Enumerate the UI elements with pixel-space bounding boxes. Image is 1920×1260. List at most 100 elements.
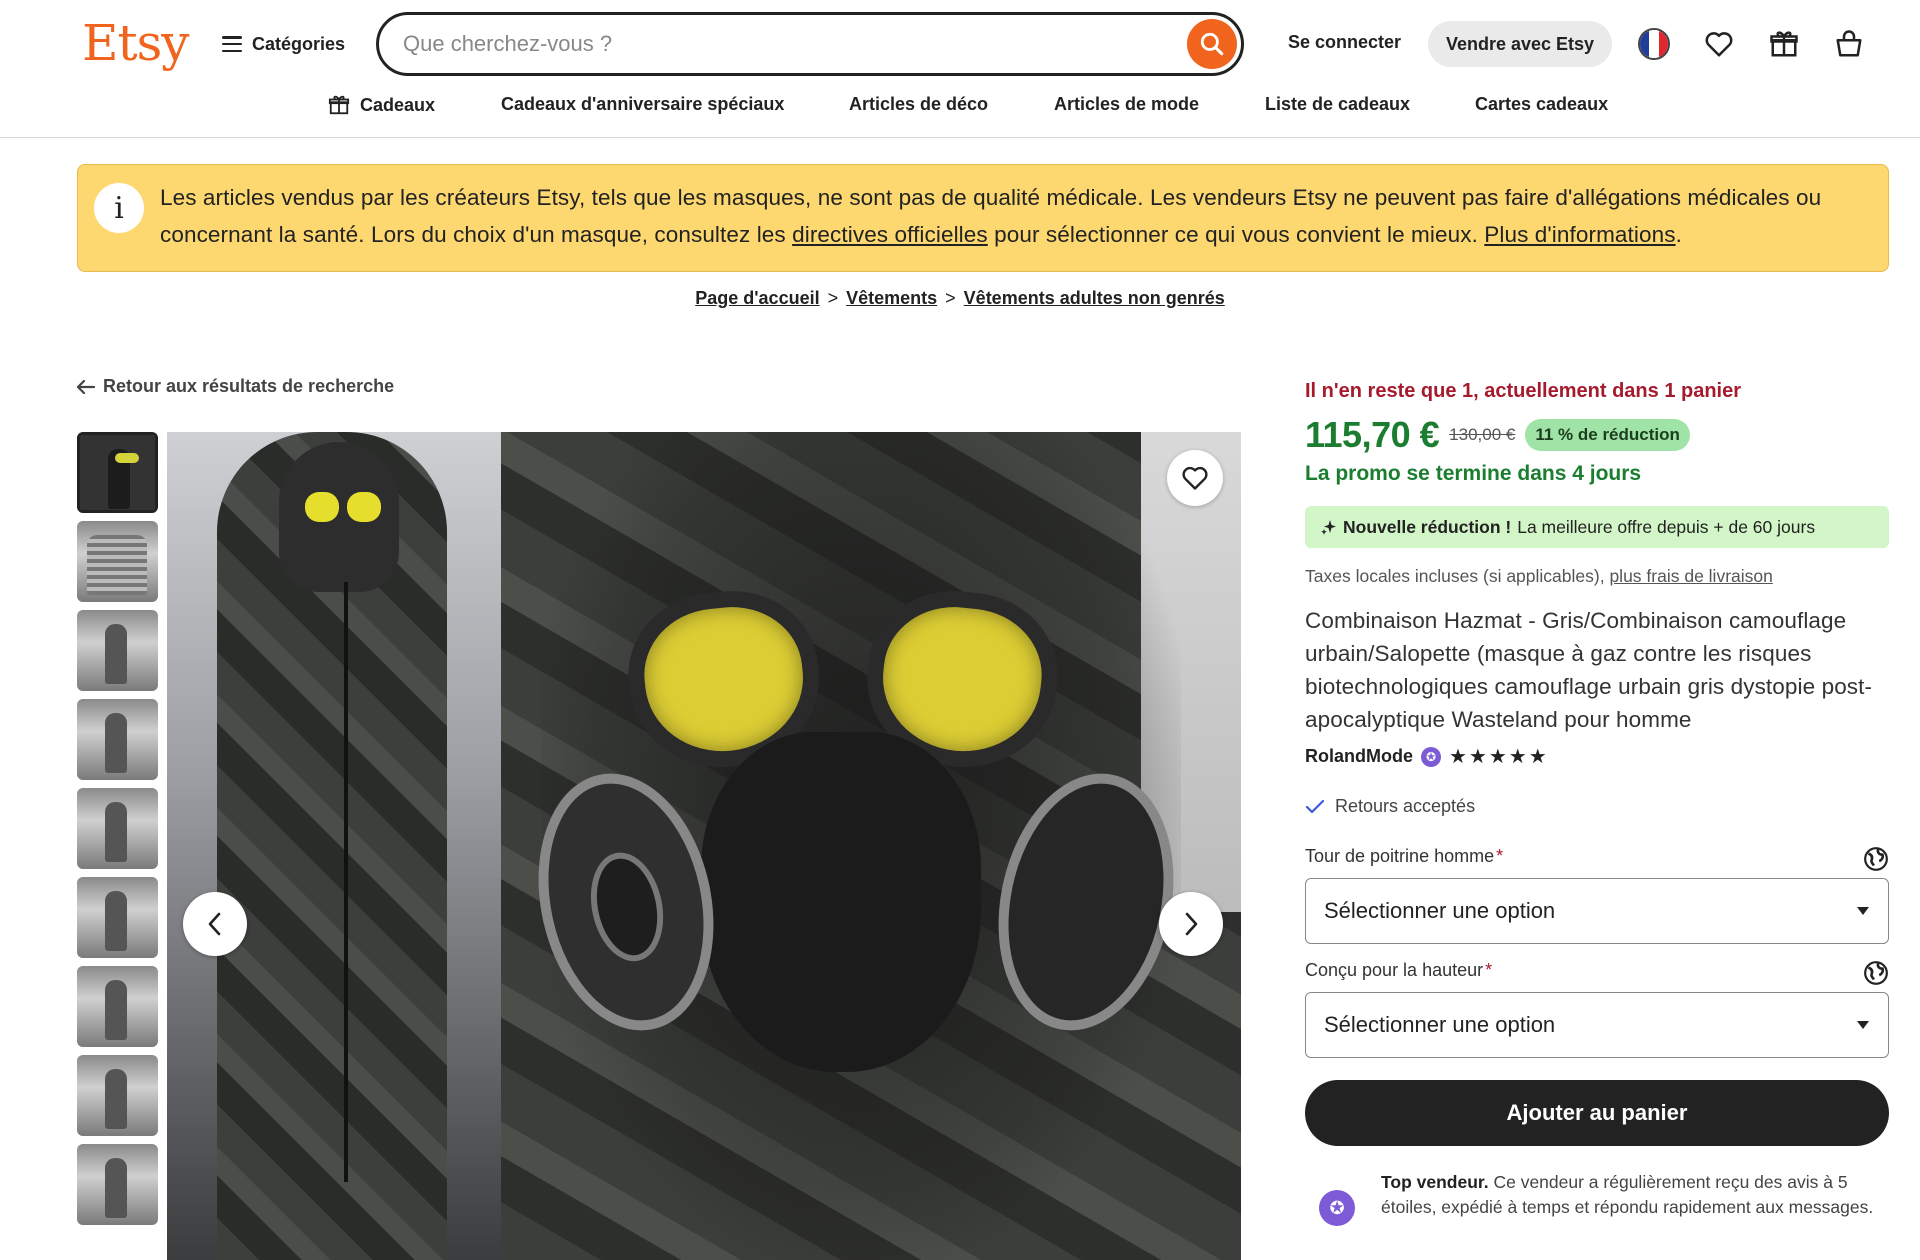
cart-button[interactable] bbox=[1829, 24, 1869, 64]
heart-icon bbox=[1182, 466, 1208, 490]
flag-fr-icon bbox=[1638, 28, 1670, 60]
official-guidelines-link[interactable]: directives officielles bbox=[792, 222, 988, 247]
breadcrumb-clothing[interactable]: Vêtements bbox=[846, 288, 937, 308]
returns-info: Retours acceptés bbox=[1305, 796, 1889, 817]
main-product-image bbox=[167, 432, 1241, 1260]
gallery-thumbnail[interactable] bbox=[77, 610, 158, 691]
gift-icon bbox=[1770, 31, 1798, 57]
required-mark: * bbox=[1485, 960, 1493, 980]
language-button[interactable] bbox=[1634, 24, 1674, 64]
more-info-link[interactable]: Plus d'informations bbox=[1484, 222, 1675, 247]
subnav-item-home-decor[interactable]: Articles de déco bbox=[849, 94, 988, 115]
search-bar bbox=[376, 12, 1244, 76]
option-2-label-row: Conçu pour la hauteur * bbox=[1305, 960, 1889, 990]
subnav-item-gift-cards[interactable]: Cartes cadeaux bbox=[1475, 94, 1608, 115]
gallery-thumbnail[interactable] bbox=[77, 1144, 158, 1225]
photo-full-suit bbox=[167, 432, 501, 1260]
breadcrumb-separator: > bbox=[945, 288, 956, 308]
search-button[interactable] bbox=[1187, 19, 1237, 69]
rating-stars[interactable]: ★★★★★ bbox=[1449, 744, 1549, 769]
disclaimer-text: Les articles vendus par les créateurs Et… bbox=[160, 179, 1870, 253]
disclaimer-text-3: . bbox=[1675, 222, 1682, 247]
search-icon bbox=[1200, 32, 1224, 56]
star-seller-badge-icon: ✪ bbox=[1421, 746, 1441, 767]
gallery-thumbnail-selected[interactable] bbox=[77, 432, 158, 513]
top-seller-info: ✪ Top vendeur. Ce vendeur a régulièremen… bbox=[1305, 1170, 1889, 1226]
shipping-fees-link[interactable]: plus frais de livraison bbox=[1609, 566, 1772, 586]
gallery-thumbnail[interactable] bbox=[77, 966, 158, 1047]
tax-text: Taxes locales incluses (si applicables), bbox=[1305, 566, 1610, 586]
gallery-thumbnail[interactable] bbox=[77, 521, 158, 602]
chevron-right-icon bbox=[1185, 912, 1198, 936]
subnav-item-gifts[interactable]: Cadeaux bbox=[328, 94, 435, 116]
categories-button[interactable]: Catégories bbox=[222, 28, 345, 60]
categories-label: Catégories bbox=[252, 33, 346, 54]
gift-icon bbox=[328, 95, 350, 115]
tax-info: Taxes locales incluses (si applicables),… bbox=[1305, 566, 1889, 587]
photo-gas-mask-closeup bbox=[501, 432, 1241, 1260]
previous-image-button[interactable] bbox=[183, 892, 247, 956]
check-icon bbox=[1305, 799, 1325, 813]
breadcrumb: Page d'accueil > Vêtements > Vêtements adult… bbox=[0, 288, 1920, 309]
sparkle-icon bbox=[1321, 520, 1336, 535]
globe-icon[interactable] bbox=[1863, 846, 1889, 872]
top-seller-title: Top vendeur. bbox=[1381, 1172, 1489, 1192]
heart-icon bbox=[1705, 32, 1733, 57]
gallery-thumbnail[interactable] bbox=[77, 877, 158, 958]
chevron-left-icon bbox=[208, 912, 221, 936]
favorite-item-button[interactable] bbox=[1167, 450, 1223, 506]
discount-badge: 11 % de réduction bbox=[1525, 419, 1690, 451]
option-1-label-row: Tour de poitrine homme * bbox=[1305, 846, 1889, 876]
current-price: 115,70 € bbox=[1305, 414, 1440, 455]
breadcrumb-separator: > bbox=[827, 288, 839, 308]
gallery-thumbnail[interactable] bbox=[77, 699, 158, 780]
hamburger-icon bbox=[222, 36, 242, 52]
signin-link[interactable]: Se connecter bbox=[1288, 32, 1401, 53]
subnav-item-birthday-gifts[interactable]: Cadeaux d'anniversaire spéciaux bbox=[501, 94, 784, 115]
new-deal-banner: Nouvelle réduction ! La meilleure offre … bbox=[1305, 506, 1889, 548]
gallery-thumbnail[interactable] bbox=[77, 788, 158, 869]
breadcrumb-home[interactable]: Page d'accueil bbox=[695, 288, 819, 308]
seller-name[interactable]: RolandMode bbox=[1305, 746, 1413, 767]
subnav-label: Cadeaux bbox=[360, 94, 436, 115]
info-icon: i bbox=[94, 183, 144, 233]
etsy-logo[interactable]: Etsy bbox=[82, 14, 189, 72]
option-1-label: Tour de poitrine homme * bbox=[1305, 846, 1503, 866]
chest-size-select[interactable]: Sélectionner une option bbox=[1305, 878, 1889, 944]
sub-navigation: Cadeaux Cadeaux d'anniversaire spéciaux … bbox=[0, 88, 1920, 128]
height-value: Sélectionner une option bbox=[1324, 1012, 1556, 1037]
globe-icon[interactable] bbox=[1863, 960, 1889, 986]
new-deal-text: La meilleure offre depuis + de 60 jours bbox=[1517, 516, 1816, 537]
favorites-button[interactable] bbox=[1699, 24, 1739, 64]
back-to-results-link[interactable]: Retour aux résultats de recherche bbox=[77, 376, 394, 397]
breadcrumb-unisex-adult-clothing[interactable]: Vêtements adultes non genrés bbox=[964, 288, 1225, 308]
back-label: Retour aux résultats de recherche bbox=[103, 376, 395, 396]
sell-on-etsy-button[interactable]: Vendre avec Etsy bbox=[1428, 21, 1612, 67]
next-image-button[interactable] bbox=[1159, 892, 1223, 956]
height-select[interactable]: Sélectionner une option bbox=[1305, 992, 1889, 1058]
original-price: 130,00 € bbox=[1449, 425, 1516, 444]
option-1-label-text: Tour de poitrine homme bbox=[1305, 846, 1495, 866]
gallery-thumbnail[interactable] bbox=[77, 1055, 158, 1136]
stock-warning: Il n'en reste que 1, actuellement dans 1… bbox=[1305, 380, 1742, 402]
arrow-left-icon bbox=[77, 379, 95, 394]
star-badge-icon: ✪ bbox=[1319, 1190, 1355, 1226]
option-2-label: Conçu pour la hauteur * bbox=[1305, 960, 1492, 980]
add-to-cart-button[interactable]: Ajouter au panier bbox=[1305, 1080, 1889, 1146]
returns-text: Retours acceptés bbox=[1335, 796, 1476, 816]
product-title: Combinaison Hazmat - Gris/Combinaison ca… bbox=[1305, 608, 1873, 732]
new-deal-title: Nouvelle réduction ! bbox=[1343, 516, 1512, 537]
medical-disclaimer-banner: i Les articles vendus par les créateurs … bbox=[77, 164, 1889, 272]
search-input[interactable] bbox=[403, 15, 1163, 73]
promo-end-text: La promo se termine dans 4 jours bbox=[1305, 462, 1642, 485]
disclaimer-text-2: pour sélectionner ce qui vous convient l… bbox=[987, 222, 1485, 247]
subnav-item-fashion[interactable]: Articles de mode bbox=[1054, 94, 1199, 115]
gifts-button[interactable] bbox=[1764, 24, 1804, 64]
site-header: Etsy Catégories Se connecter Vendre avec… bbox=[0, 0, 1920, 138]
caret-down-icon bbox=[1857, 907, 1869, 915]
chest-size-value: Sélectionner une option bbox=[1324, 898, 1556, 923]
required-mark: * bbox=[1496, 846, 1504, 866]
subnav-item-registry[interactable]: Liste de cadeaux bbox=[1265, 94, 1410, 115]
basket-icon bbox=[1836, 30, 1862, 57]
caret-down-icon bbox=[1857, 1021, 1869, 1029]
